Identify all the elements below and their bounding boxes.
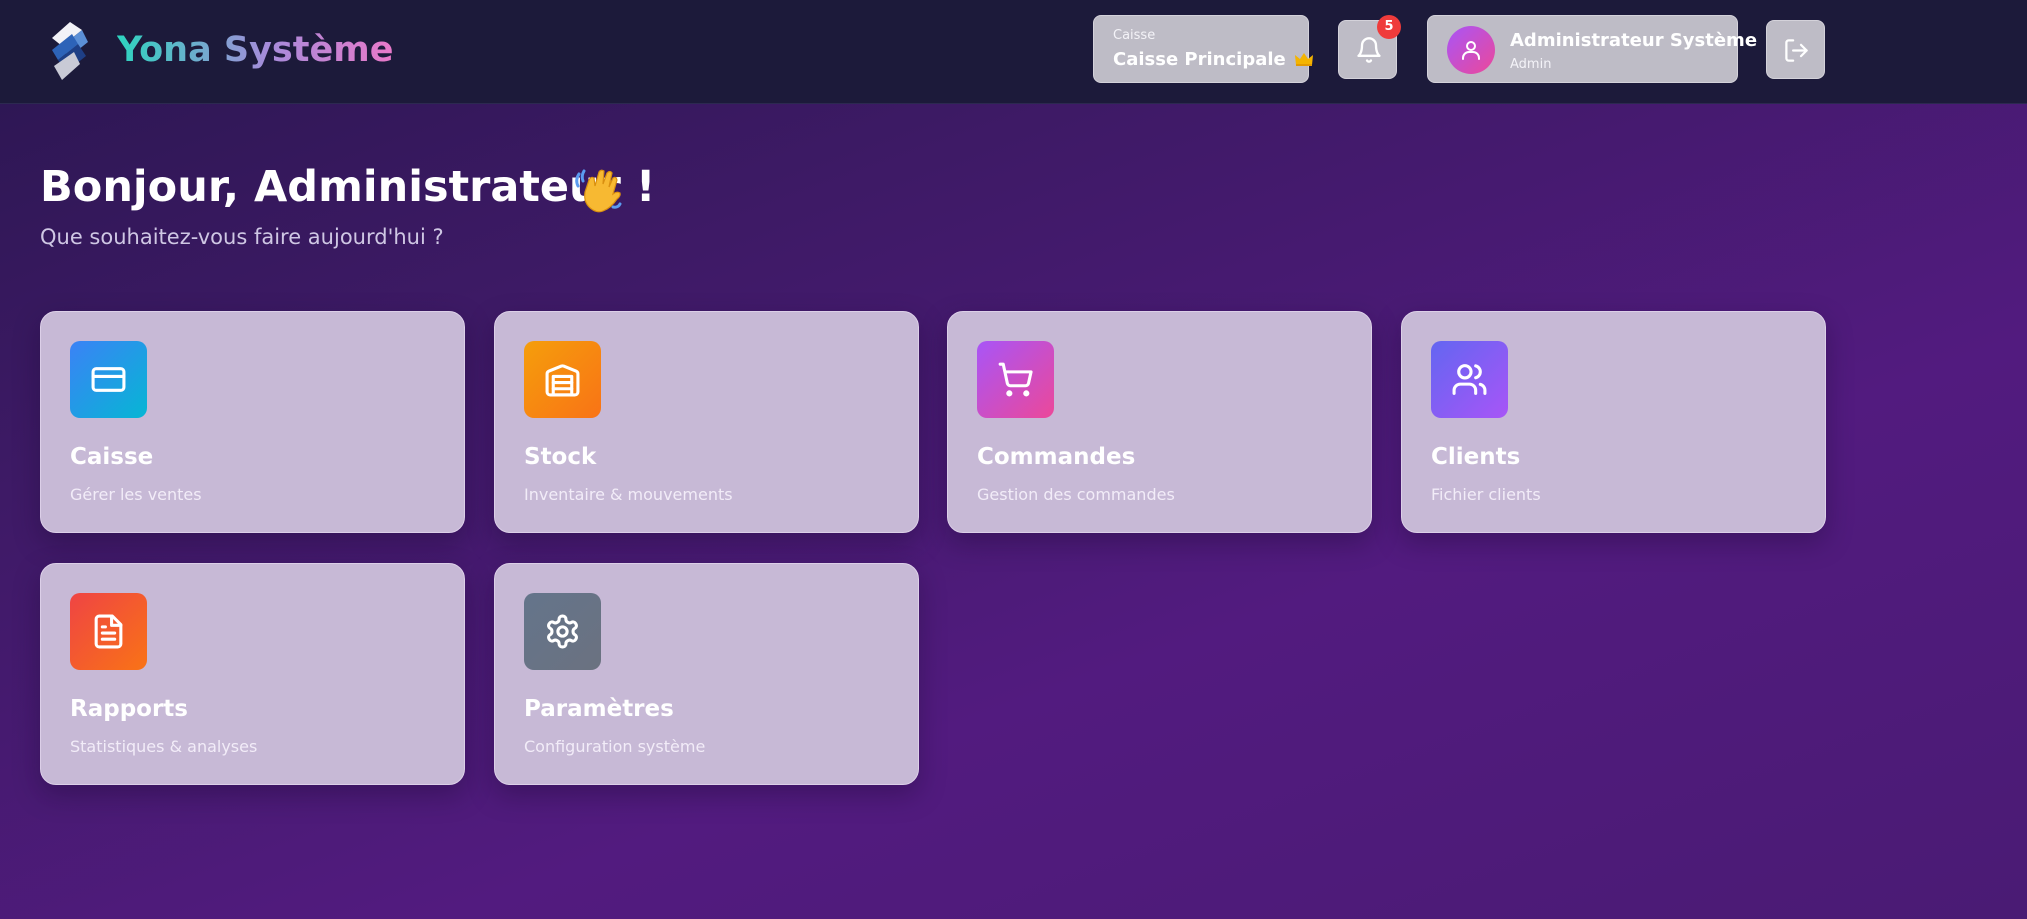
logo-icon xyxy=(52,22,88,80)
card-icon-box xyxy=(70,341,147,418)
shopping-cart-icon xyxy=(998,362,1033,397)
card-title: Clients xyxy=(1431,444,1521,470)
caisse-name: Caisse Principale xyxy=(1113,49,1286,70)
file-text-icon xyxy=(94,614,123,649)
users-icon xyxy=(1452,364,1487,395)
card-icon-box xyxy=(70,593,147,670)
user-menu[interactable]: Administrateur Système Admin xyxy=(1427,15,1757,83)
card-title: Stock xyxy=(524,444,597,470)
bell-icon xyxy=(1357,37,1381,63)
card-description: Fichier clients xyxy=(1431,485,1541,504)
caisse-label: Caisse xyxy=(1113,28,1156,43)
card-title: Paramètres xyxy=(524,696,674,722)
logout-button[interactable] xyxy=(1766,20,1825,79)
card-title: Rapports xyxy=(70,696,188,722)
card-clients[interactable]: Clients Fichier clients xyxy=(1401,311,1826,533)
logout-icon xyxy=(1785,39,1808,62)
user-role: Admin xyxy=(1510,57,1552,72)
card-description: Statistiques & analyses xyxy=(70,737,258,756)
page-title: Bonjour, Administrateur ! xyxy=(40,162,656,212)
warehouse-icon xyxy=(545,364,580,397)
card-icon-box xyxy=(524,341,601,418)
card-title: Commandes xyxy=(977,444,1136,470)
notification-badge: 5 xyxy=(1377,15,1401,39)
card-description: Gestion des commandes xyxy=(977,485,1175,504)
card-icon-box xyxy=(1431,341,1508,418)
card-description: Inventaire & mouvements xyxy=(524,485,733,504)
card-parametres[interactable]: Paramètres Configuration système xyxy=(494,563,919,785)
user-icon xyxy=(1462,41,1480,60)
crown-icon xyxy=(1295,53,1314,66)
card-stock[interactable]: Stock Inventaire & mouvements xyxy=(494,311,919,533)
user-name: Administrateur Système xyxy=(1510,30,1758,51)
app-name: Yona Système xyxy=(117,30,394,70)
card-commandes[interactable]: Commandes Gestion des commandes xyxy=(947,311,1372,533)
caisse-selector[interactable]: Caisse Caisse Principale xyxy=(1093,15,1314,83)
avatar xyxy=(1447,26,1495,74)
card-icon-box xyxy=(977,341,1054,418)
top-bar: Yona Système Caisse Caisse Principale 5 … xyxy=(0,0,2027,104)
waving-hand-icon xyxy=(575,169,622,213)
card-title: Caisse xyxy=(70,444,154,470)
page-subtitle: Que souhaitez-vous faire aujourd'hui ? xyxy=(40,225,444,249)
settings-icon xyxy=(547,614,578,649)
credit-card-icon xyxy=(91,367,126,392)
card-icon-box xyxy=(524,593,601,670)
card-description: Configuration système xyxy=(524,737,706,756)
card-description: Gérer les ventes xyxy=(70,485,202,504)
card-rapports[interactable]: Rapports Statistiques & analyses xyxy=(40,563,465,785)
card-caisse[interactable]: Caisse Gérer les ventes xyxy=(40,311,465,533)
